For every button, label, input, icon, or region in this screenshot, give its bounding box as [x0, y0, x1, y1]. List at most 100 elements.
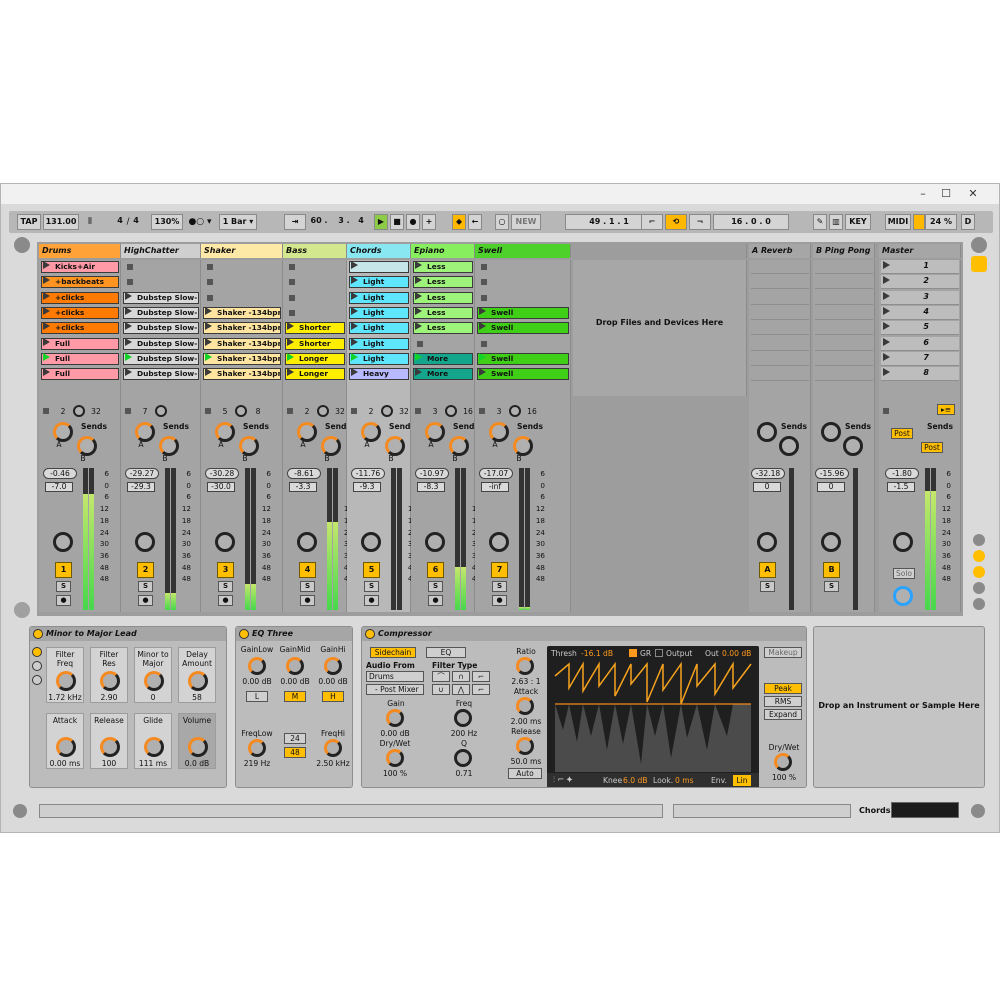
- pan-field[interactable]: -29.3: [127, 482, 155, 492]
- clip[interactable]: Dubstep Slow-1: [123, 337, 199, 350]
- drywet-knob[interactable]: [386, 749, 404, 767]
- tap-button[interactable]: TAP: [17, 214, 41, 230]
- keyboard-icon[interactable]: ▥: [829, 214, 843, 230]
- power-icon[interactable]: [239, 629, 249, 639]
- clip[interactable]: Shaker -134bpm: [203, 306, 281, 319]
- clip-slot[interactable]: Swell: [477, 321, 569, 335]
- clip-launch-icon[interactable]: [479, 352, 486, 361]
- clip-slot[interactable]: Light: [349, 291, 409, 305]
- scene-launch-icon[interactable]: [883, 261, 890, 269]
- clip-slot[interactable]: Less: [413, 275, 473, 289]
- clip-launch-icon[interactable]: [351, 276, 358, 285]
- rms-button[interactable]: RMS: [764, 696, 802, 707]
- clip[interactable]: Dubstep Slow-1: [123, 352, 199, 365]
- send-b-knob[interactable]: [843, 436, 863, 456]
- track-header[interactable]: Swell: [475, 244, 571, 258]
- macro-control[interactable]: Attack 0.00 ms: [46, 713, 84, 769]
- sig-numerator[interactable]: 4: [115, 214, 125, 230]
- pan-field[interactable]: -inf: [481, 482, 509, 492]
- clip[interactable]: More: [413, 352, 473, 365]
- solo-button[interactable]: S: [218, 581, 233, 592]
- clip-launch-icon[interactable]: [43, 306, 50, 315]
- track-knob-icon[interactable]: [317, 405, 329, 417]
- play-icon[interactable]: ▶: [374, 214, 388, 230]
- arm-button[interactable]: ●: [428, 595, 443, 606]
- clip-stop-icon[interactable]: [289, 279, 295, 286]
- clip-launch-icon[interactable]: [351, 352, 358, 361]
- clip-slot[interactable]: Dubstep Slow-1: [123, 291, 199, 305]
- track-stop-icon[interactable]: [205, 408, 211, 414]
- draw-mode-icon[interactable]: ✎: [813, 214, 827, 230]
- power-icon[interactable]: [365, 629, 375, 639]
- returns-toggle-icon[interactable]: [973, 566, 985, 578]
- send-a-knob[interactable]: [135, 422, 155, 442]
- clip-launch-icon[interactable]: [205, 337, 212, 346]
- nudge-icon[interactable]: ⦀: [81, 214, 99, 230]
- clip-stop-icon[interactable]: [289, 309, 295, 316]
- crossfade-toggle-icon[interactable]: ▸≡: [937, 404, 955, 415]
- send-a-knob[interactable]: [53, 422, 73, 442]
- clip-slot[interactable]: +backbeats: [41, 275, 119, 289]
- clip[interactable]: +clicks: [41, 291, 119, 304]
- clip-launch-icon[interactable]: [205, 322, 212, 331]
- send-a-knob[interactable]: [489, 422, 509, 442]
- attack-knob[interactable]: [516, 697, 534, 715]
- pan-knob[interactable]: [215, 532, 235, 552]
- return-activator-button[interactable]: A: [759, 562, 776, 578]
- high-on-button[interactable]: H: [322, 691, 344, 702]
- clip-slot[interactable]: Less: [413, 306, 473, 320]
- pan-field[interactable]: -30.0: [207, 482, 235, 492]
- clip-slot[interactable]: [285, 291, 345, 305]
- track-stop-icon[interactable]: [125, 408, 131, 414]
- scene-launch-icon[interactable]: [883, 352, 890, 361]
- clip-slot[interactable]: Light: [349, 337, 409, 351]
- volume-field[interactable]: -17.07: [479, 468, 513, 479]
- clip-slot[interactable]: [477, 275, 569, 289]
- clip-slot[interactable]: Light: [349, 275, 409, 289]
- lowpass-icon[interactable]: ⌒: [432, 671, 450, 682]
- volume-field[interactable]: -30.28: [205, 468, 239, 479]
- pan-knob[interactable]: [757, 532, 777, 552]
- macro-control[interactable]: Glide 111 ms: [134, 713, 172, 769]
- position-sixteenths[interactable]: 4: [354, 214, 368, 230]
- macro-knob[interactable]: [56, 671, 76, 691]
- track-header[interactable]: Drums: [39, 244, 121, 258]
- clip-stop-icon[interactable]: [481, 294, 487, 301]
- clip-slot[interactable]: [123, 260, 199, 274]
- clip-slot[interactable]: [413, 337, 473, 351]
- maximize-button[interactable]: ☐: [934, 186, 958, 202]
- rack-device-toggle-icon[interactable]: [32, 675, 42, 685]
- audio-from-tap-select[interactable]: - Post Mixer: [366, 684, 424, 695]
- clip[interactable]: Longer: [285, 352, 345, 365]
- pan-knob[interactable]: [489, 532, 509, 552]
- key-map-button[interactable]: KEY: [845, 214, 871, 230]
- clip[interactable]: Longer: [285, 368, 345, 381]
- volume-field[interactable]: -11.76: [351, 468, 385, 479]
- clip-slot[interactable]: Shaker -134bpm: [203, 337, 281, 351]
- loop-icon[interactable]: ⟲: [665, 214, 687, 230]
- pan-knob[interactable]: [53, 532, 73, 552]
- macro-knob[interactable]: [188, 671, 208, 691]
- clip[interactable]: Swell: [477, 368, 569, 381]
- return-header[interactable]: A Reverb: [749, 244, 811, 258]
- clip-slot[interactable]: Shaker -134bpm: [203, 321, 281, 335]
- track-header[interactable]: Shaker: [201, 244, 283, 258]
- rack-macro-toggle-icon[interactable]: [32, 647, 42, 657]
- expand-button[interactable]: Expand: [764, 709, 802, 720]
- send-b-knob[interactable]: [779, 436, 799, 456]
- clip-launch-icon[interactable]: [415, 261, 422, 269]
- gain-knob[interactable]: [386, 709, 404, 727]
- clip-launch-icon[interactable]: [43, 276, 50, 285]
- send-b-knob[interactable]: [449, 436, 469, 456]
- clip-slot[interactable]: +clicks: [41, 306, 119, 320]
- clip[interactable]: Less: [413, 276, 473, 289]
- master-pan-field[interactable]: -1.5: [887, 482, 915, 492]
- macro-knob[interactable]: [144, 737, 164, 757]
- shelf-icon[interactable]: ⌐: [472, 684, 490, 695]
- clip[interactable]: Shorter: [285, 322, 345, 335]
- clip-stop-icon[interactable]: [127, 279, 133, 286]
- track-header[interactable]: Bass: [283, 244, 347, 258]
- loop-length-field[interactable]: 16 . 0 . 0: [713, 214, 789, 230]
- track-activator-button[interactable]: 4: [299, 562, 316, 578]
- clip-stop-icon[interactable]: [289, 264, 295, 270]
